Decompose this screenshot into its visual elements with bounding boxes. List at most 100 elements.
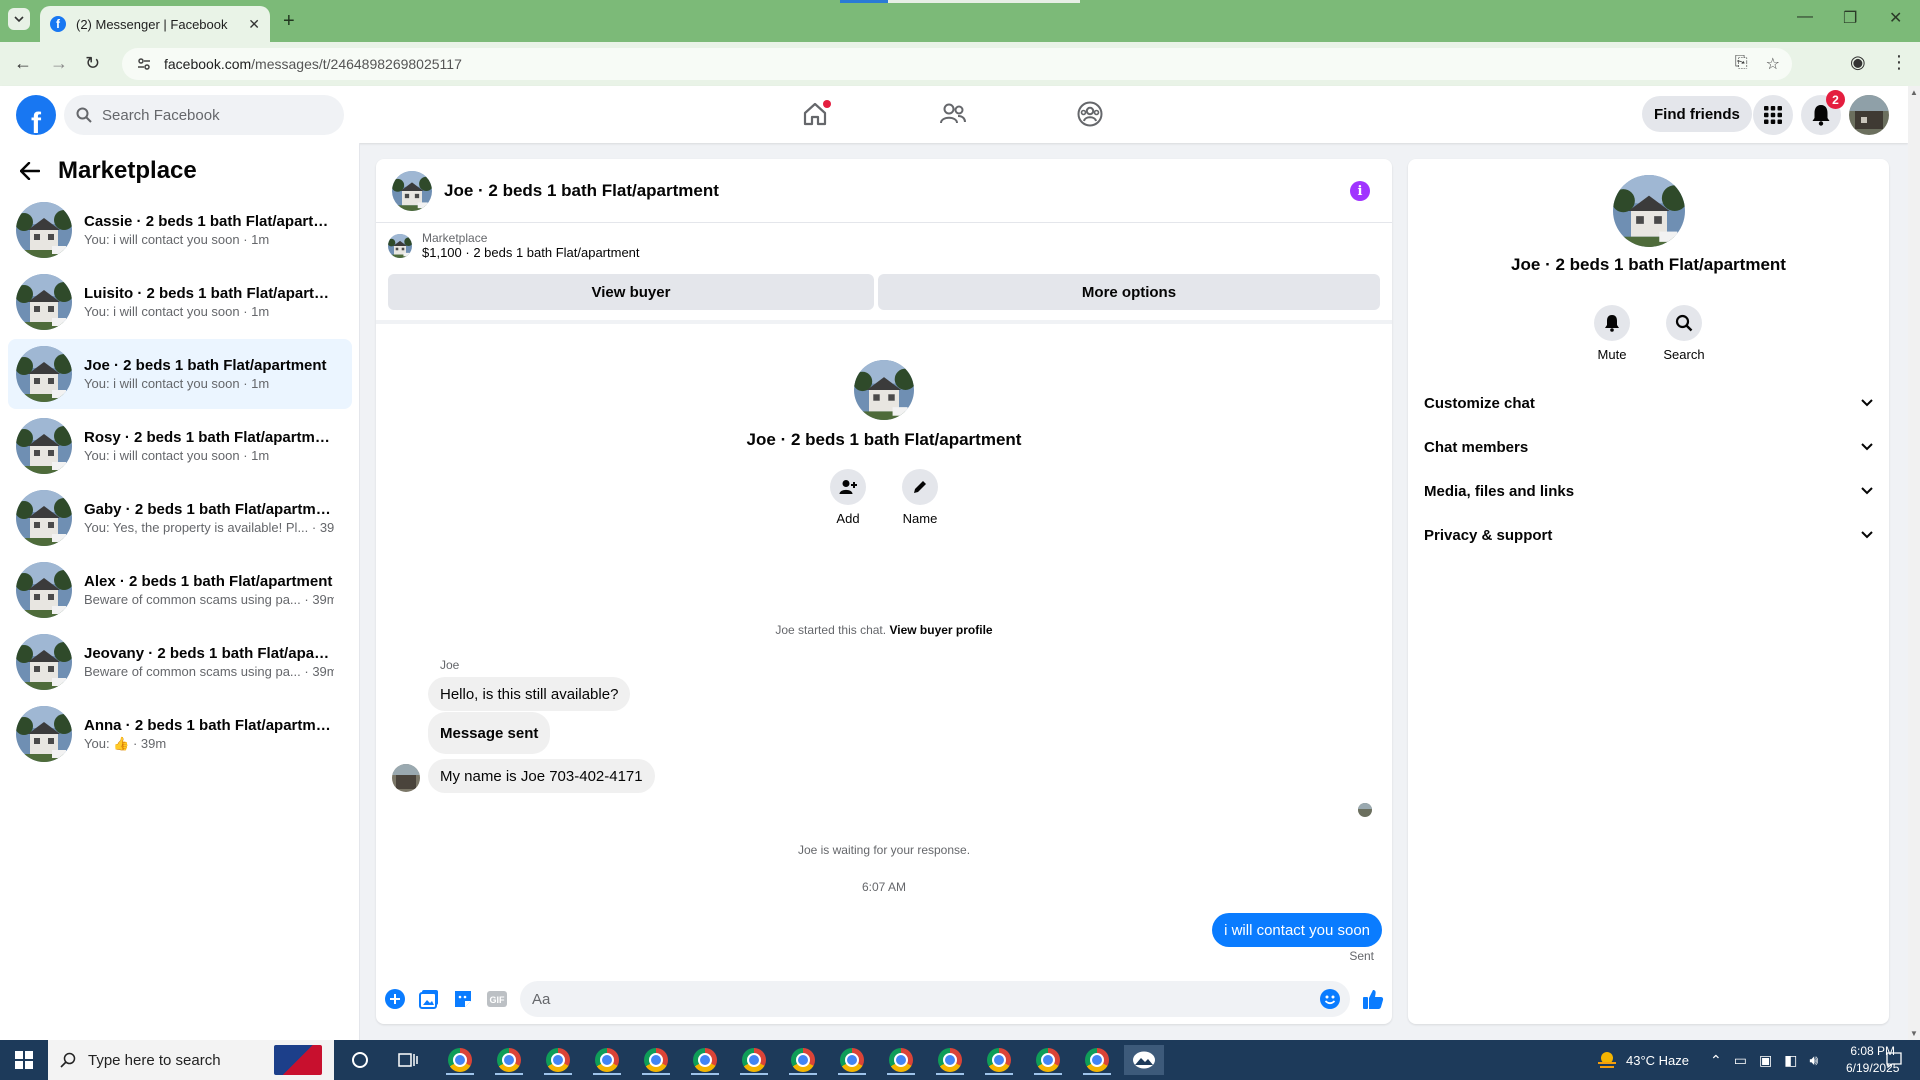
back-icon[interactable]: ← xyxy=(14,53,32,74)
reload-icon[interactable]: ↻ xyxy=(85,53,100,74)
chat-info-panel: Joe · 2 beds 1 bath Flat/apartment Mute … xyxy=(1408,159,1889,1024)
chrome-taskbar-icon[interactable] xyxy=(685,1045,725,1075)
friends-nav-icon[interactable] xyxy=(937,98,969,130)
info-panel-avatar[interactable] xyxy=(1613,175,1685,247)
chrome-taskbar-icon[interactable] xyxy=(979,1045,1019,1075)
conversation-item[interactable]: Gaby · 2 beds 1 bath Flat/apartment You: … xyxy=(8,483,352,553)
chrome-taskbar-icon[interactable] xyxy=(636,1045,676,1075)
marketplace-label: Marketplace xyxy=(422,231,488,245)
close-window-icon[interactable]: ✕ xyxy=(1889,8,1902,28)
page-scrollbar[interactable]: ▲ ▼ xyxy=(1908,86,1920,1040)
chrome-taskbar-icon[interactable] xyxy=(783,1045,823,1075)
chrome-taskbar-icon[interactable] xyxy=(489,1045,529,1075)
info-section-toggle[interactable]: Customize chat xyxy=(1424,381,1873,425)
url-input[interactable]: facebook.com/messages/t/2464898269802511… xyxy=(122,48,1792,80)
edit-name-button[interactable]: Name xyxy=(890,469,950,526)
network-icon[interactable]: ▣ xyxy=(1759,1052,1772,1069)
profile-icon[interactable]: ◉ xyxy=(1850,52,1866,73)
search-in-chat-button[interactable]: Search xyxy=(1654,305,1714,362)
bookmark-star-icon[interactable]: ☆ xyxy=(1766,54,1780,74)
info-section-toggle[interactable]: Media, files and links xyxy=(1424,469,1873,513)
facebook-favicon-icon: f xyxy=(50,16,66,32)
incoming-message[interactable]: My name is Joe 703-402-4171 xyxy=(428,759,655,793)
browser-tab[interactable]: f (2) Messenger | Facebook ✕ xyxy=(40,6,270,42)
weather-widget[interactable]: 43°C Haze xyxy=(1596,1040,1689,1080)
conversation-item[interactable]: Alex · 2 beds 1 bath Flat/apartment Bewar… xyxy=(8,555,352,625)
plus-circle-icon[interactable] xyxy=(384,988,406,1010)
account-avatar[interactable] xyxy=(1849,95,1889,135)
close-tab-icon[interactable]: ✕ xyxy=(248,16,260,33)
more-options-button[interactable]: More options xyxy=(878,274,1380,310)
conversation-item[interactable]: Rosy · 2 beds 1 bath Flat/apartment You: … xyxy=(8,411,352,481)
forward-icon[interactable]: → xyxy=(50,53,68,74)
meet-now-icon[interactable]: ▭ xyxy=(1734,1052,1747,1069)
mute-label: Mute xyxy=(1597,347,1627,362)
conversation-item[interactable]: Cassie · 2 beds 1 bath Flat/apartm... You… xyxy=(8,195,352,265)
menu-grid-icon[interactable] xyxy=(1753,95,1793,135)
site-info-icon[interactable] xyxy=(136,56,152,72)
facebook-search-input[interactable]: Search Facebook xyxy=(64,95,344,135)
chrome-taskbar-icon[interactable] xyxy=(832,1045,872,1075)
conversation-snippet: Beware of common scams using pa... · 39m xyxy=(84,664,334,679)
facebook-top-nav: f Search Facebook Find friends 2 xyxy=(0,86,1908,143)
show-hidden-icons-icon[interactable]: ⌃ xyxy=(1710,1052,1722,1069)
mute-button[interactable]: Mute xyxy=(1582,305,1642,362)
chrome-taskbar-icon[interactable] xyxy=(538,1045,578,1075)
restore-icon[interactable]: ❐ xyxy=(1843,8,1857,28)
chrome-taskbar-icon[interactable] xyxy=(1077,1045,1117,1075)
new-tab-icon[interactable]: + xyxy=(283,10,295,33)
facebook-logo[interactable]: f xyxy=(16,95,56,135)
conversation-item[interactable]: Joe · 2 beds 1 bath Flat/apartment You: i… xyxy=(8,339,352,409)
browser-menu-icon[interactable]: ⋮ xyxy=(1890,52,1908,73)
windows-start-icon[interactable] xyxy=(0,1040,48,1080)
conversation-snippet: You: i will contact you soon · 1m xyxy=(84,376,270,391)
chrome-taskbar-icon[interactable] xyxy=(440,1045,480,1075)
tab-search-dropdown-icon[interactable] xyxy=(8,8,30,30)
info-icon[interactable]: i xyxy=(1350,181,1370,201)
conversation-item[interactable]: Luisito · 2 beds 1 bath Flat/apartm... Yo… xyxy=(8,267,352,337)
minimize-icon[interactable]: — xyxy=(1797,8,1813,26)
info-section-toggle[interactable]: Chat members xyxy=(1424,425,1873,469)
chat-title[interactable]: Joe · 2 beds 1 bath Flat/apartment xyxy=(444,181,719,201)
incoming-message[interactable]: Message sent xyxy=(428,712,551,754)
listing-summary[interactable]: Marketplace $1,100 · 2 beds 1 bath Flat/… xyxy=(388,231,640,260)
incoming-message[interactable]: Hello, is this still available? xyxy=(428,677,631,711)
chrome-taskbar-icon[interactable] xyxy=(881,1045,921,1075)
photos-app-icon[interactable] xyxy=(1124,1045,1164,1075)
url-domain: facebook.com xyxy=(164,56,252,72)
taskbar-search-input[interactable]: Type here to search xyxy=(48,1040,334,1080)
sender-avatar[interactable] xyxy=(392,764,420,792)
task-view-icon[interactable] xyxy=(388,1045,428,1075)
notification-center-icon[interactable] xyxy=(1886,1040,1902,1080)
chat-profile-avatar[interactable] xyxy=(854,360,914,420)
info-section-toggle[interactable]: Privacy & support xyxy=(1424,513,1873,557)
conversation-item[interactable]: Jeovany · 2 beds 1 bath Flat/apart... Bew… xyxy=(8,627,352,697)
seen-avatar xyxy=(1358,803,1372,817)
volume-icon[interactable]: 🔊︎ xyxy=(1809,1052,1818,1069)
conversation-thumbnail xyxy=(16,490,72,546)
view-buyer-button[interactable]: View buyer xyxy=(388,274,874,310)
back-arrow-icon[interactable] xyxy=(20,162,40,180)
find-friends-button[interactable]: Find friends xyxy=(1642,96,1752,132)
chrome-taskbar-icon[interactable] xyxy=(930,1045,970,1075)
conversation-item[interactable]: Anna · 2 beds 1 bath Flat/apartment You: … xyxy=(8,699,352,769)
install-app-icon[interactable]: ⎘ xyxy=(1735,54,1748,74)
chat-header-avatar[interactable] xyxy=(392,170,432,211)
outgoing-message[interactable]: i will contact you soon xyxy=(1212,913,1382,947)
emoji-icon[interactable] xyxy=(1320,989,1340,1013)
sticker-icon[interactable] xyxy=(452,988,474,1010)
gif-icon[interactable]: GIF xyxy=(486,988,508,1010)
add-people-button[interactable]: Add xyxy=(818,469,878,526)
chrome-taskbar-icon[interactable] xyxy=(587,1045,627,1075)
view-buyer-profile-link[interactable]: View buyer profile xyxy=(889,623,992,637)
photo-icon[interactable] xyxy=(418,988,440,1010)
load-progress xyxy=(840,0,888,3)
display-icon[interactable]: ◧ xyxy=(1784,1052,1797,1069)
groups-nav-icon[interactable] xyxy=(1074,98,1106,130)
thumbs-up-icon[interactable] xyxy=(1362,988,1384,1010)
home-nav-icon[interactable] xyxy=(799,98,831,130)
cortana-icon[interactable] xyxy=(340,1045,380,1075)
chrome-taskbar-icon[interactable] xyxy=(1028,1045,1068,1075)
message-input[interactable]: Aa xyxy=(520,981,1350,1017)
chrome-taskbar-icon[interactable] xyxy=(734,1045,774,1075)
